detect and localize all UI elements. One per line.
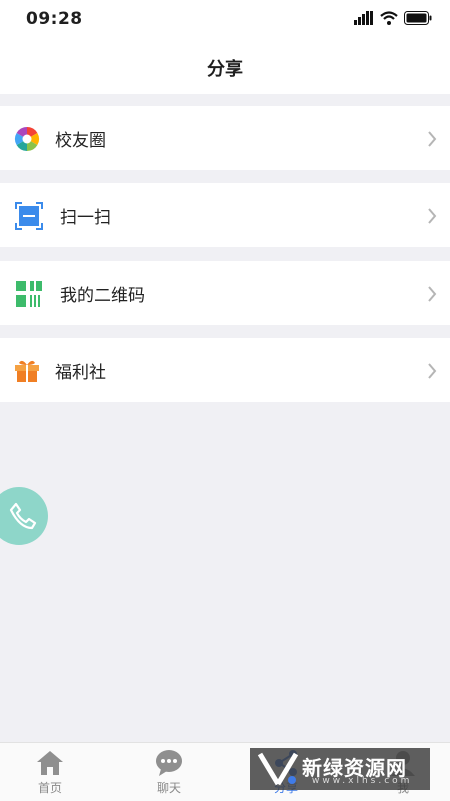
home-icon: [37, 751, 63, 775]
menu-item-label: 我的二维码: [60, 285, 145, 306]
menu-item-label: 校友圈: [55, 130, 106, 151]
status-time: 09:28: [26, 9, 83, 29]
chevron-right-icon: [428, 363, 437, 379]
menu-item-scan[interactable]: 扫一扫: [0, 183, 450, 247]
chevron-right-icon: [428, 286, 437, 302]
status-bar: 09:28: [0, 0, 450, 38]
page-title: 分享: [207, 59, 243, 80]
menu-item-alumni-circle[interactable]: 校友圈: [0, 106, 450, 170]
gift-icon: [15, 360, 39, 382]
tab-label: 首页: [37, 781, 62, 795]
tab-label: 聊天: [156, 781, 181, 795]
menu-item-label: 扫一扫: [60, 207, 111, 228]
system-indicators: [354, 11, 432, 25]
chevron-right-icon: [428, 208, 437, 224]
menu-item-my-qrcode[interactable]: 我的二维码: [0, 261, 450, 325]
watermark-logo-icon: [257, 752, 299, 786]
wifi-icon: [380, 11, 398, 25]
scan-icon: [15, 202, 43, 230]
battery-icon: [404, 11, 432, 25]
watermark: 新绿资源网 www.xlhs.com: [250, 748, 430, 790]
menu-item-welfare[interactable]: 福利社: [0, 338, 450, 402]
floating-call-button[interactable]: [0, 487, 48, 545]
watermark-subtext: www.xlhs.com: [312, 776, 413, 786]
nav-bar: 分享: [0, 38, 450, 94]
aperture-icon: [14, 127, 40, 151]
menu-item-label: 福利社: [55, 362, 106, 383]
phone-icon: [9, 502, 37, 530]
qrcode-icon: [16, 281, 42, 307]
chevron-right-icon: [428, 131, 437, 147]
tab-home[interactable]: 首页: [20, 749, 80, 796]
chat-icon: [156, 750, 182, 776]
signal-icon: [354, 11, 373, 25]
tab-chat[interactable]: 聊天: [139, 749, 199, 796]
